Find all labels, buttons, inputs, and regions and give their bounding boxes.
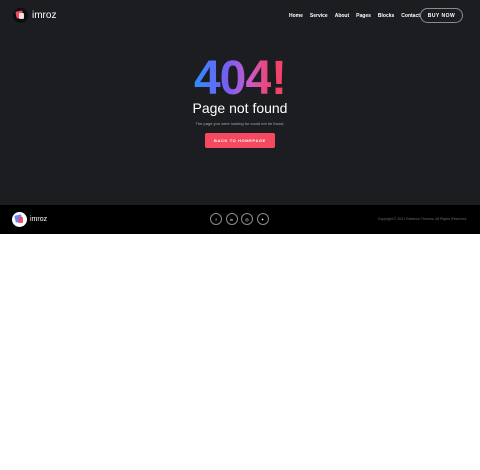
nav-item-pages[interactable]: Pages xyxy=(356,13,371,19)
brand-name: imroz xyxy=(32,10,57,21)
nav-item-about[interactable]: About xyxy=(335,13,349,19)
error-code-digits: 404 xyxy=(193,52,272,105)
error-title: Page not found xyxy=(192,100,288,116)
main-nav: Home Service About Pages Blocks Contact xyxy=(289,13,427,19)
twitter-icon[interactable]: ✦ xyxy=(256,213,269,225)
nav-item-blocks[interactable]: Blocks xyxy=(378,13,394,19)
buy-now-button[interactable]: BUY NOW xyxy=(420,8,463,23)
instagram-icon[interactable]: ◎ xyxy=(241,213,253,225)
error-code-bang: ! xyxy=(271,52,287,105)
nav-item-home[interactable]: Home xyxy=(289,13,303,19)
back-to-homepage-button[interactable]: BACK TO HOMEPAGE xyxy=(205,133,275,148)
social-links: f in ◎ ✦ xyxy=(210,213,272,225)
footer-brand-name: imroz xyxy=(30,216,48,223)
brand-logo[interactable]: imroz xyxy=(13,8,56,23)
copyright-text: Copyright © 2021 Rainbow-Themes. All Rig… xyxy=(377,217,467,221)
error-subtitle: The page you were looking for could not … xyxy=(195,121,285,126)
error-code: 404! xyxy=(0,51,480,106)
nav-item-contact[interactable]: Contact xyxy=(401,13,420,19)
footer-brand-logo[interactable]: imroz xyxy=(12,212,47,227)
facebook-icon[interactable]: f xyxy=(210,213,222,225)
nav-item-service[interactable]: Service xyxy=(310,13,328,19)
hero-section: imroz Home Service About Pages Blocks Co… xyxy=(0,0,480,205)
footer-logo-mark-icon xyxy=(12,212,27,227)
linkedin-icon[interactable]: in xyxy=(225,213,238,225)
logo-mark-icon xyxy=(13,8,28,23)
